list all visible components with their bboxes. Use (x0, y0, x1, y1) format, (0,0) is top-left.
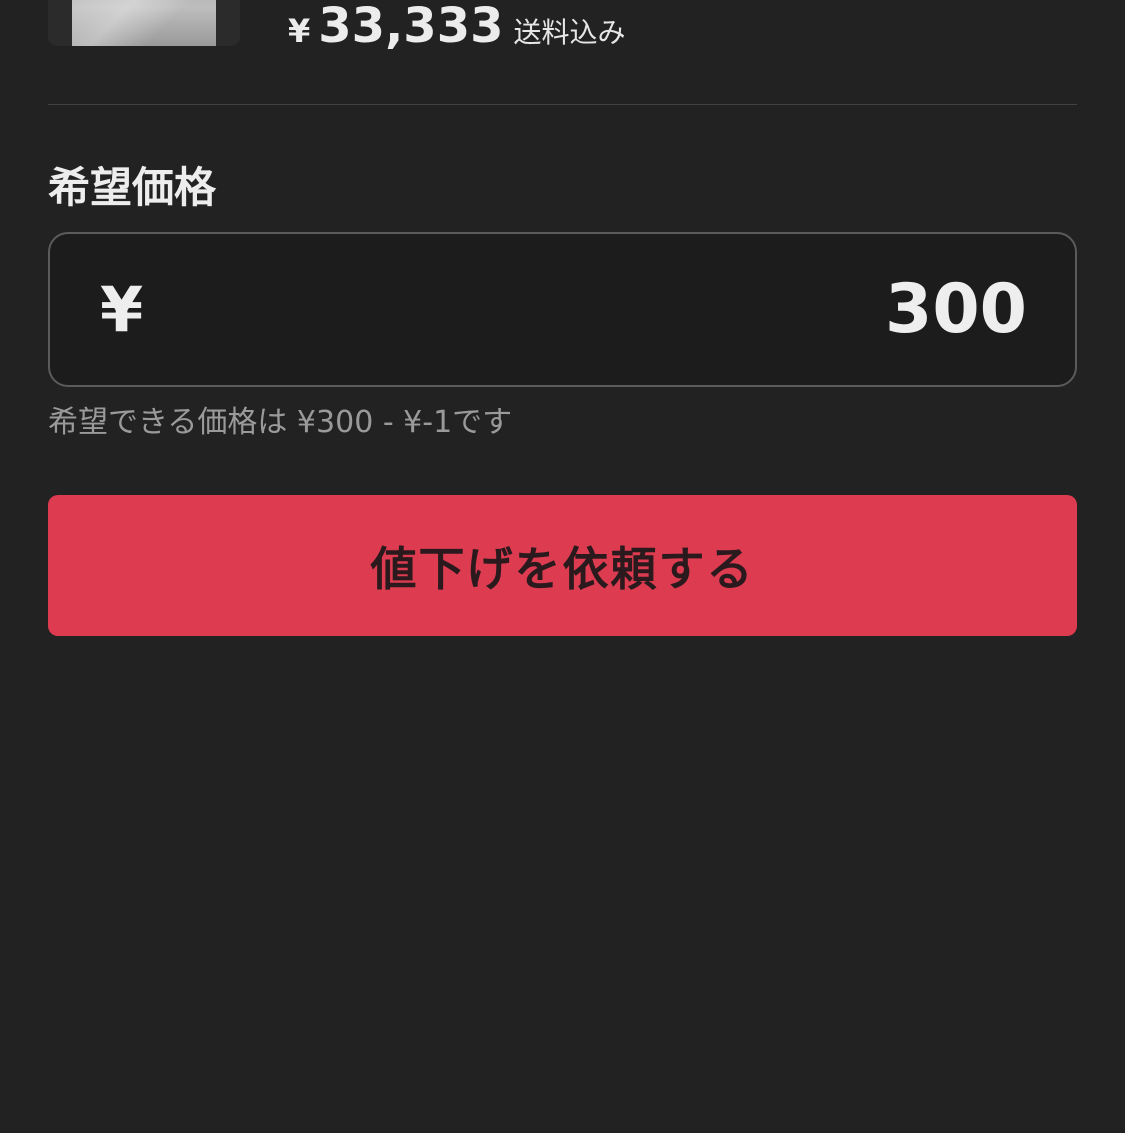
item-thumbnail[interactable] (48, 0, 240, 46)
shipping-included-note: 送料込み (513, 16, 626, 49)
desired-price-title: 希望価格 (48, 163, 217, 212)
request-price-drop-label: 値下げを依頼する (370, 541, 755, 596)
price-currency: ¥ (288, 12, 311, 50)
item-summary: ¥ 33,333 送料込み (0, 0, 1125, 60)
desired-price-input[interactable]: ¥ 300 (48, 232, 1077, 387)
divider (48, 104, 1077, 105)
input-value[interactable]: 300 (885, 234, 1027, 385)
request-price-drop-button[interactable]: 値下げを依頼する (48, 495, 1077, 636)
item-price: ¥ 33,333 送料込み (288, 0, 626, 54)
price-range-helper: 希望できる価格は ¥300 - ¥-1です (48, 405, 513, 440)
price-value: 33,333 (318, 0, 504, 54)
input-currency-symbol: ¥ (100, 273, 144, 346)
item-photo (72, 0, 216, 46)
